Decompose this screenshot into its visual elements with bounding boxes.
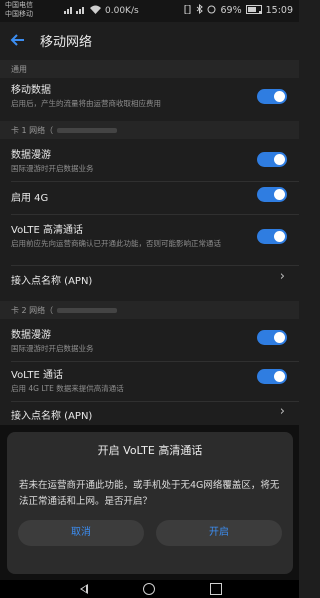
sim1-header-label: 卡 1 网络（ xyxy=(11,125,54,135)
divider xyxy=(11,214,299,215)
sim1-roaming-item[interactable]: 数据漫游 国际漫游时开启数据业务 xyxy=(0,146,299,182)
app-bar: 移动网络 xyxy=(0,22,299,60)
battery-icon xyxy=(245,4,262,17)
redacted-number xyxy=(57,127,118,133)
status-bar: 中国电信 中国移动 0.00K/s 69% 15:09 xyxy=(0,0,299,22)
chevron-right-icon: › xyxy=(279,404,285,419)
nav-home-icon[interactable] xyxy=(143,583,155,595)
section-header-sim1: 卡 1 网络（ xyxy=(0,121,299,139)
carrier-1: 中国电信 xyxy=(5,1,33,9)
item-subtitle: 国际漫游时开启数据业务 xyxy=(11,344,94,353)
item-subtitle: 启用前应先向运营商确认已开通此功能，否则可能影响正常通话 xyxy=(11,239,221,248)
navigation-bar xyxy=(0,580,299,598)
item-subtitle: 启用后，产生的流量将由运营商收取相应费用 xyxy=(11,99,161,108)
mobile-data-toggle[interactable] xyxy=(257,89,287,104)
section-header-sim2: 卡 2 网络（ xyxy=(0,301,299,319)
sim1-roaming-toggle[interactable] xyxy=(257,152,287,167)
page-title: 移动网络 xyxy=(40,35,93,50)
mobile-data-item[interactable]: 移动数据 启用后，产生的流量将由运营商收取相应费用 xyxy=(0,81,299,117)
sim1-4g-toggle[interactable] xyxy=(257,187,287,202)
item-title: 移动数据 xyxy=(11,85,51,96)
item-title: VoLTE 通话 xyxy=(11,370,63,381)
sim2-header-label: 卡 2 网络（ xyxy=(11,305,54,315)
sim1-volte-toggle[interactable] xyxy=(257,229,287,244)
status-mid: 0.00K/s xyxy=(64,5,139,17)
dialog-title: 开启 VoLTE 高清通话 xyxy=(97,444,203,457)
sim2-apn-item[interactable]: 接入点名称 (APN) › xyxy=(0,404,299,427)
wifi-icon xyxy=(90,5,101,17)
dialog-message: 若未在运营商开通此功能，或手机处于无4G网络覆盖区，将无法正常通话和上网。是否开… xyxy=(19,480,280,507)
divider xyxy=(11,181,299,182)
carrier-2: 中国移动 xyxy=(5,10,33,18)
item-title: 数据漫游 xyxy=(11,150,51,161)
network-speed: 0.00K/s xyxy=(105,6,139,16)
volte-dialog: 开启 VoLTE 高清通话 若未在运营商开通此功能，或手机处于无4G网络覆盖区，… xyxy=(7,432,293,574)
back-arrow-icon[interactable] xyxy=(8,30,28,50)
status-right: 69% 15:09 xyxy=(183,3,293,17)
divider xyxy=(11,265,299,266)
vibrate-icon xyxy=(183,4,192,17)
sim1-volte-item[interactable]: VoLTE 高清通话 启用前应先向运营商确认已开通此功能，否则可能影响正常通话 xyxy=(0,221,299,261)
sim1-4g-item[interactable]: 启用 4G xyxy=(0,187,299,215)
divider xyxy=(11,361,299,362)
cancel-button[interactable]: 取消 xyxy=(18,520,144,546)
item-subtitle: 启用 4G LTE 数据来提供高清通话 xyxy=(11,384,124,393)
item-subtitle: 国际漫游时开启数据业务 xyxy=(11,164,94,173)
sim2-roaming-toggle[interactable] xyxy=(257,330,287,345)
redacted-number xyxy=(57,307,118,313)
nav-recent-icon[interactable] xyxy=(210,583,222,595)
item-title: 启用 4G xyxy=(11,193,49,204)
sim1-apn-item[interactable]: 接入点名称 (APN) › xyxy=(0,269,299,294)
bluetooth-icon xyxy=(196,3,204,17)
sim2-roaming-item[interactable]: 数据漫游 国际漫游时开启数据业务 xyxy=(0,326,299,362)
item-title: 数据漫游 xyxy=(11,330,51,341)
section-header-general: 通用 xyxy=(0,60,299,78)
item-title: VoLTE 高清通话 xyxy=(11,225,83,236)
carrier-labels: 中国电信 中国移动 xyxy=(5,1,33,19)
nav-back-icon[interactable] xyxy=(80,584,88,594)
alarm-icon xyxy=(207,5,216,17)
confirm-button[interactable]: 开启 xyxy=(156,520,282,546)
sim2-volte-item[interactable]: VoLTE 通话 启用 4G LTE 数据来提供高清通话 xyxy=(0,366,299,402)
item-title: 接入点名称 (APN) xyxy=(11,276,93,287)
battery-percent: 69% xyxy=(220,5,242,16)
clock: 15:09 xyxy=(265,5,293,16)
item-title: 接入点名称 (APN) xyxy=(11,411,93,422)
sim2-volte-toggle[interactable] xyxy=(257,369,287,384)
divider xyxy=(11,401,299,402)
signal-icon xyxy=(64,5,86,17)
chevron-right-icon: › xyxy=(279,269,285,284)
